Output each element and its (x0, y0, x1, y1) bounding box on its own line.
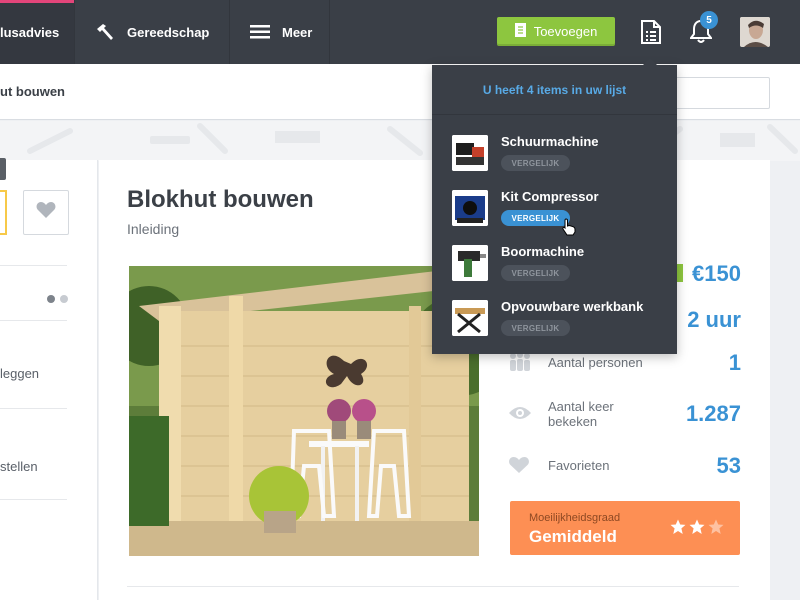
product-thumbnail (452, 245, 488, 281)
compare-list-icon[interactable] (641, 20, 661, 49)
star-icon (708, 519, 724, 534)
product-photo (129, 266, 479, 556)
product-thumbnail (452, 300, 488, 336)
persons-value: 1 (728, 350, 741, 375)
nav-item-label: lusadvies (0, 24, 60, 40)
nav-item-label: Meer (282, 24, 313, 40)
difficulty-label: Moeilijkheidsgraad (529, 512, 621, 524)
left-panel-item[interactable]: stellen (0, 459, 38, 474)
sub-header: ut bouwen (0, 64, 800, 120)
compare-button[interactable]: VERGELIJK (501, 210, 570, 226)
selected-option-box[interactable] (0, 190, 7, 235)
hand-cursor-icon (562, 218, 576, 241)
nav-item-label: Gereedschap (127, 24, 210, 40)
favorite-button[interactable] (23, 190, 69, 235)
compare-list-item[interactable]: Schuurmachine VERGELIJK (432, 126, 677, 181)
menu-icon (250, 25, 270, 39)
divider (0, 320, 67, 321)
difficulty-card: Moeilijkheidsgraad Gemiddeld (510, 501, 740, 555)
compare-list-dropdown: U heeft 4 items in uw lijst Schuurmachin… (432, 58, 677, 354)
compare-button[interactable]: VERGELIJK (501, 320, 570, 336)
compare-list-item[interactable]: Opvouwbare werkbank VERGELIJK (432, 291, 677, 346)
compare-list-item[interactable]: Kit Compressor VERGELIJK (432, 181, 677, 236)
product-thumbnail (452, 135, 488, 171)
nav-item-meer[interactable]: Meer (230, 0, 330, 64)
price-value: €150 (692, 261, 741, 286)
compare-list-item[interactable]: Boormachine VERGELIJK (432, 236, 677, 291)
compare-item-name: Boormachine (501, 244, 585, 259)
duration-value: 2 uur (687, 307, 741, 332)
divider (0, 265, 67, 266)
divider (127, 586, 739, 587)
compare-item-name: Opvouwbare werkbank (501, 299, 644, 314)
compare-item-name: Schuurmachine (501, 134, 599, 149)
nav-item-klusadvies[interactable]: lusadvies (0, 0, 75, 64)
heart-icon (36, 201, 56, 224)
search-input[interactable] (670, 77, 770, 109)
tools-pattern-band (0, 121, 800, 161)
divider (0, 499, 67, 500)
divider (0, 408, 67, 409)
star-icon (670, 519, 686, 534)
heart-icon (508, 456, 530, 479)
breadcrumb[interactable]: ut bouwen (0, 84, 65, 99)
notification-badge: 5 (700, 11, 718, 29)
difficulty-value: Gemiddeld (529, 527, 617, 546)
add-button[interactable]: Toevoegen (497, 17, 615, 46)
price-tag-marker (676, 264, 683, 282)
carousel-dots[interactable] (47, 295, 68, 303)
avatar[interactable] (740, 17, 770, 47)
add-button-label: Toevoegen (533, 24, 598, 39)
product-thumbnail (452, 190, 488, 226)
document-icon (514, 23, 526, 40)
persons-label: Aantal personen (548, 355, 643, 370)
page-title: Blokhut bouwen (127, 186, 314, 213)
compare-button[interactable]: VERGELIJK (501, 155, 570, 171)
people-icon (508, 352, 532, 377)
eye-icon (508, 405, 532, 426)
views-label: Aantal keer bekeken (548, 399, 614, 429)
views-value: 1.287 (685, 401, 741, 426)
compare-list-header: U heeft 4 items in uw lijst (432, 65, 677, 115)
hammer-icon (95, 23, 115, 41)
compare-button[interactable]: VERGELIJK (501, 265, 570, 281)
top-navigation: lusadvies Gereedschap Meer Toevoegen 5 (0, 0, 800, 64)
favorites-value: 53 (716, 453, 741, 478)
left-tab-indicator (0, 158, 6, 180)
carousel-dot[interactable] (60, 295, 68, 303)
compare-item-name: Kit Compressor (501, 189, 599, 204)
page-subtitle: Inleiding (127, 221, 180, 237)
star-icon (689, 519, 705, 534)
carousel-dot[interactable] (47, 295, 55, 303)
difficulty-stars (670, 519, 724, 535)
favorites-label: Favorieten (548, 458, 610, 473)
left-panel-item[interactable]: leggen (0, 366, 39, 381)
nav-item-gereedschap[interactable]: Gereedschap (75, 0, 230, 64)
